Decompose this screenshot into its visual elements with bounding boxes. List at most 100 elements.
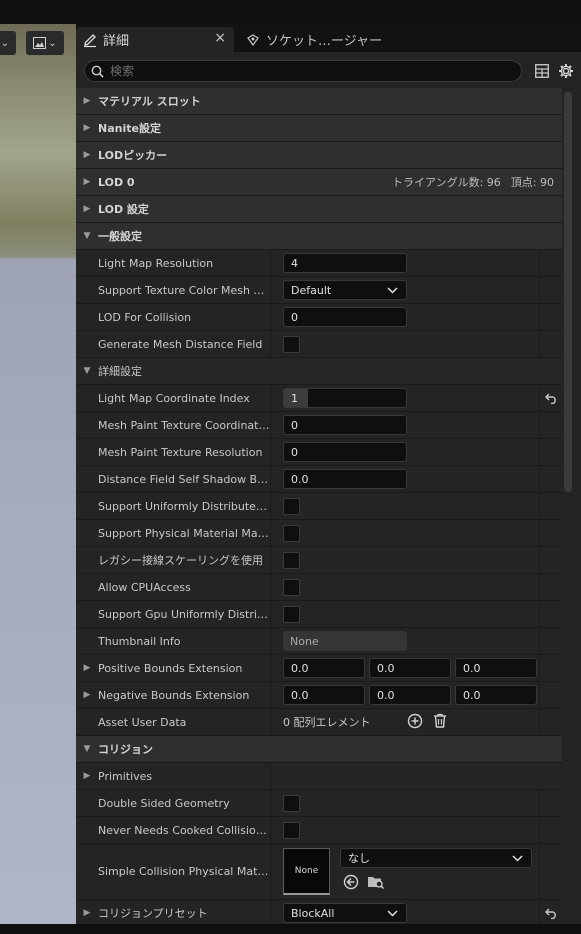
prop-mesh-paint-resolution: Mesh Paint Texture Resolution 0 (76, 439, 562, 466)
prop-lod-for-collision: LOD For Collision 0 (76, 304, 562, 331)
legacy-tangent-checkbox[interactable] (283, 551, 300, 569)
expand-arrow-icon[interactable]: ▶ (82, 771, 92, 781)
gear-icon[interactable] (556, 61, 576, 81)
prop-generate-mesh-distance: Generate Mesh Distance Field (76, 331, 562, 358)
expand-arrow-icon[interactable]: ▶ (82, 123, 92, 133)
top-strip (0, 0, 581, 24)
prop-allow-cpu-access: Allow CPUAccess (76, 574, 562, 601)
category-material-slots[interactable]: ▶ マテリアル スロット (76, 88, 562, 115)
expand-arrow-icon[interactable]: ▶ (82, 96, 92, 106)
negative-bounds-x-input[interactable]: 0.0 (283, 685, 365, 705)
support-uniform-dist-checkbox[interactable] (283, 497, 300, 515)
prop-light-map-resolution: Light Map Resolution 4 (76, 250, 562, 277)
viewport-toolbar-button-a[interactable]: ⌄ (0, 31, 16, 55)
collapse-arrow-icon[interactable]: ▼ (82, 231, 92, 241)
trash-icon[interactable] (433, 713, 447, 731)
add-element-icon[interactable] (407, 713, 423, 732)
tab-bar: 詳細 × ソケット…ージャー (76, 24, 581, 52)
category-general-settings[interactable]: ▼ 一般設定 (76, 223, 562, 250)
socket-icon (244, 31, 262, 49)
negative-bounds-z-input[interactable]: 0.0 (455, 685, 537, 705)
prop-double-sided: Double Sided Geometry (76, 790, 562, 817)
pencil-icon (81, 31, 99, 49)
bottom-strip (0, 924, 581, 934)
generate-mesh-distance-checkbox[interactable] (283, 335, 300, 353)
details-panel: ▶ マテリアル スロット ▶ Nanite設定 ▶ LODピッカー ▶ LOD … (76, 52, 581, 934)
search-box[interactable] (84, 60, 522, 82)
chevron-down-icon (387, 286, 398, 294)
allow-cpu-access-checkbox[interactable] (283, 578, 300, 596)
positive-bounds-x-input[interactable]: 0.0 (283, 658, 365, 678)
prop-asset-user-data: Asset User Data 0 配列エレメント (76, 709, 562, 736)
expand-arrow-icon[interactable]: ▶ (82, 204, 92, 214)
prop-support-physical-masks: Support Physical Material Masks (76, 520, 562, 547)
never-cooked-checkbox[interactable] (283, 821, 300, 839)
close-tab-icon[interactable]: × (214, 30, 226, 46)
expand-arrow-icon[interactable]: ▶ (82, 690, 92, 700)
mesh-paint-coord-index-input[interactable]: 0 (283, 415, 407, 435)
collapse-arrow-icon[interactable]: ▼ (82, 744, 92, 754)
category-lod-settings[interactable]: ▶ LOD 設定 (76, 196, 562, 223)
category-advanced[interactable]: ▼ 詳細設定 (76, 358, 562, 385)
search-row (76, 52, 581, 88)
positive-bounds-y-input[interactable]: 0.0 (369, 658, 451, 678)
category-collision[interactable]: ▼ コリジョン (76, 736, 562, 763)
vertex-count: 頂点: 90 (510, 176, 554, 189)
prop-positive-bounds: ▶ Positive Bounds Extension 0.0 0.0 0.0 (76, 655, 562, 682)
category-lod0[interactable]: ▶ LOD 0 トライアングル数: 96 頂点: 90 (76, 169, 562, 196)
collapse-arrow-icon[interactable]: ▼ (82, 366, 92, 376)
tab-details[interactable]: 詳細 × (76, 27, 234, 52)
category-lod-picker[interactable]: ▶ LODピッカー (76, 142, 562, 169)
use-selected-asset-icon[interactable] (343, 874, 359, 893)
triangle-count: トライアングル数: 96 (392, 176, 501, 189)
prop-collision-preset: ▶ コリジョンプリセット BlockAll (76, 900, 562, 927)
lod0-stats: トライアングル数: 96 頂点: 90 (392, 174, 554, 190)
prop-support-texture-color: Support Texture Color Mesh Painting Defa… (76, 277, 562, 304)
light-map-resolution-input[interactable]: 4 (283, 253, 407, 273)
negative-bounds-y-input[interactable]: 0.0 (369, 685, 451, 705)
viewport[interactable]: ⌄ ⌄ (0, 24, 76, 934)
support-gpu-uniform-checkbox[interactable] (283, 605, 300, 623)
browse-folder-icon[interactable] (367, 874, 385, 893)
prop-legacy-tangent: レガシー接線スケーリングを使用 (76, 547, 562, 574)
category-nanite[interactable]: ▶ Nanite設定 (76, 115, 562, 142)
search-input[interactable] (110, 64, 490, 78)
expand-arrow-icon[interactable]: ▶ (82, 908, 92, 918)
tab-socket-manager[interactable]: ソケット…ージャー (240, 27, 410, 52)
material-thumbnail[interactable]: None (283, 848, 330, 895)
mesh-paint-resolution-input[interactable]: 0 (283, 442, 407, 462)
expand-arrow-icon[interactable]: ▶ (82, 177, 92, 187)
reset-to-default-icon[interactable] (543, 390, 559, 406)
scrollbar[interactable] (564, 92, 572, 492)
prop-primitives: ▶ Primitives (76, 763, 562, 790)
viewport-toolbar-button-b[interactable]: ⌄ (26, 31, 64, 55)
asset-user-data-count: 0 配列エレメント (283, 716, 371, 729)
support-texture-color-dropdown[interactable]: Default (283, 280, 407, 300)
prop-simple-collision-material: Simple Collision Physical Material None … (76, 844, 562, 900)
support-physical-masks-checkbox[interactable] (283, 524, 300, 542)
reset-to-default-icon[interactable] (543, 905, 559, 921)
thumbnail-info-value: None (283, 631, 407, 651)
distance-field-bias-input[interactable]: 0.0 (283, 469, 407, 489)
prop-thumbnail-info: Thumbnail Info None (76, 628, 562, 655)
prop-negative-bounds: ▶ Negative Bounds Extension 0.0 0.0 0.0 (76, 682, 562, 709)
light-map-coord-index-slider[interactable]: 1 (283, 388, 407, 408)
prop-support-gpu-uniform: Support Gpu Uniformly Distributed Sampli… (76, 601, 562, 628)
expand-arrow-icon[interactable]: ▶ (82, 150, 92, 160)
prop-never-cooked: Never Needs Cooked Collision Data (76, 817, 562, 844)
chevron-down-icon (512, 854, 523, 862)
collision-preset-dropdown[interactable]: BlockAll (283, 903, 407, 923)
expand-arrow-icon[interactable]: ▶ (82, 663, 92, 673)
positive-bounds-z-input[interactable]: 0.0 (455, 658, 537, 678)
image-icon (33, 37, 47, 49)
lod-for-collision-input[interactable]: 0 (283, 307, 407, 327)
double-sided-checkbox[interactable] (283, 794, 300, 812)
search-icon (91, 65, 104, 78)
prop-support-uniform-dist: Support Uniformly Distributed Sampling (76, 493, 562, 520)
prop-light-map-coord-index: Light Map Coordinate Index 1 (76, 385, 562, 412)
chevron-down-icon (387, 909, 398, 917)
table-view-icon[interactable] (532, 61, 552, 81)
physical-material-dropdown[interactable]: なし (340, 848, 532, 868)
prop-distance-field-bias: Distance Field Self Shadow Bias 0.0 (76, 466, 562, 493)
prop-mesh-paint-coord-index: Mesh Paint Texture Coordinate Index 0 (76, 412, 562, 439)
